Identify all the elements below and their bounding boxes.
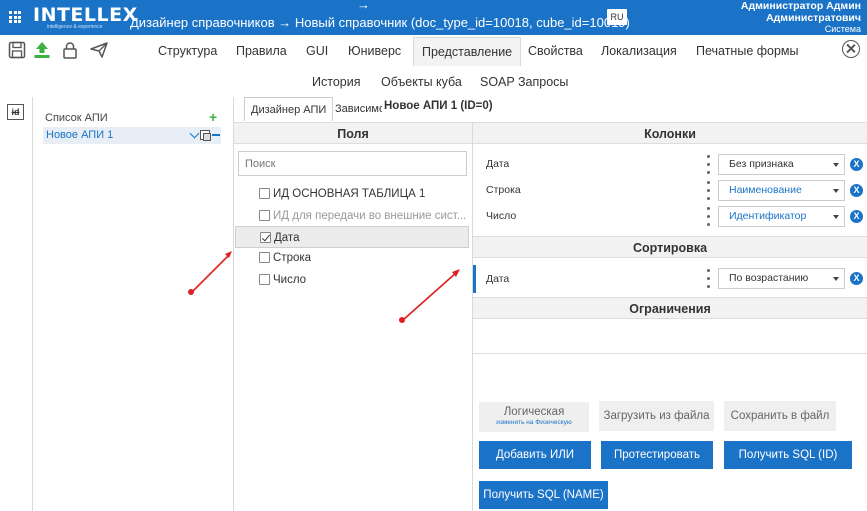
- menu-item-universe[interactable]: Юниверс: [348, 37, 401, 66]
- remove-column-icon[interactable]: X: [850, 184, 863, 197]
- remove-column-icon[interactable]: X: [850, 210, 863, 223]
- logical-mode-button[interactable]: Логическая изменить на Физическую: [479, 402, 589, 432]
- submenu-cube-objects[interactable]: Объекты куба: [381, 75, 462, 89]
- list-item[interactable]: Новое АПИ 1: [43, 127, 221, 144]
- submenu-history[interactable]: История: [312, 75, 360, 89]
- user-name-line2: Администратович: [766, 12, 861, 24]
- fields-search-input[interactable]: [238, 151, 467, 176]
- language-switch[interactable]: RU: [607, 9, 627, 25]
- field-row[interactable]: ИД для передачи во внешние сист...: [235, 205, 469, 227]
- api-tabs: Дизайнер АПИ Зависимости: [234, 97, 867, 121]
- field-checkbox-checked[interactable]: [260, 232, 271, 243]
- drag-handle-icon[interactable]: [707, 155, 710, 174]
- api-title: Новое АПИ 1 (ID=0): [384, 100, 493, 112]
- column-attribute-select[interactable]: Наименование: [718, 180, 845, 201]
- main-menu: Структура Правила GUI Юниверс Представле…: [0, 37, 867, 66]
- column-row: Дата Без признака X: [473, 152, 867, 177]
- api-list-header: Список АПИ: [45, 112, 108, 124]
- api-item-tools: [189, 128, 220, 141]
- top-bar: INTELLEX intelligence & experience → Диз…: [0, 0, 867, 35]
- remove-sort-icon[interactable]: X: [850, 272, 863, 285]
- field-row[interactable]: Дата: [235, 226, 469, 248]
- test-button[interactable]: Протестировать: [601, 441, 713, 469]
- get-sql-name-button[interactable]: Получить SQL (NAME): [479, 481, 608, 509]
- field-checkbox[interactable]: [259, 252, 270, 263]
- apps-grid-icon[interactable]: [9, 11, 21, 23]
- drag-handle-icon[interactable]: [707, 269, 710, 288]
- sort-row: Дата По возрастанию X: [473, 265, 867, 293]
- breadcrumb-arrow: →: [357, 0, 370, 12]
- menu-item-structure[interactable]: Структура: [158, 37, 217, 66]
- sort-order-select[interactable]: По возрастанию: [718, 268, 845, 289]
- menu-item-properties[interactable]: Свойства: [528, 37, 583, 66]
- menu-item-rules[interactable]: Правила: [236, 37, 287, 66]
- close-icon[interactable]: [842, 40, 860, 58]
- column-attribute-select[interactable]: Идентификатор: [718, 206, 845, 227]
- menu-item-localization[interactable]: Локализация: [601, 37, 677, 66]
- field-row[interactable]: ИД ОСНОВНАЯ ТАБЛИЦА 1: [235, 183, 469, 205]
- chevron-down-icon[interactable]: [189, 128, 200, 138]
- menu-item-gui[interactable]: GUI: [306, 37, 328, 66]
- remove-icon[interactable]: [212, 134, 220, 136]
- restrictions-header: Ограничения: [473, 297, 867, 319]
- api-list-panel: Список АПИ + Новое АПИ 1: [33, 97, 234, 511]
- menu-item-view[interactable]: Представление: [413, 37, 522, 66]
- columns-header: Колонки: [473, 122, 867, 144]
- user-role: Система: [824, 24, 861, 34]
- field-checkbox[interactable]: [259, 188, 270, 199]
- field-checkbox[interactable]: [259, 274, 270, 285]
- tab-dependencies[interactable]: Зависимости: [335, 97, 382, 121]
- sorting-header: Сортировка: [473, 236, 867, 258]
- user-name-line1: Администратор Админ: [740, 0, 861, 12]
- drag-handle-icon[interactable]: [707, 207, 710, 226]
- copy-icon[interactable]: [200, 130, 211, 141]
- drag-handle-icon[interactable]: [707, 181, 710, 200]
- add-api-icon[interactable]: +: [209, 109, 217, 125]
- api-item-label[interactable]: Новое АПИ 1: [46, 129, 113, 141]
- column-row: Число Идентификатор X: [473, 204, 867, 229]
- remove-column-icon[interactable]: X: [850, 158, 863, 171]
- logo: INTELLEX intelligence & experience: [33, 4, 138, 30]
- annotation-arrow-icon: [188, 251, 232, 295]
- user-info[interactable]: Администратор Админ Администратович Сист…: [741, 0, 861, 35]
- tab-api-designer[interactable]: Дизайнер АПИ: [244, 97, 334, 121]
- menu-item-print-forms[interactable]: Печатные формы: [696, 37, 799, 66]
- left-strip: id: [0, 97, 33, 511]
- id-toggle-icon[interactable]: id: [7, 104, 24, 120]
- column-row: Строка Наименование X: [473, 178, 867, 203]
- divider: [473, 353, 867, 354]
- annotation-arrow-icon: [399, 269, 460, 323]
- load-from-file-button[interactable]: Загрузить из файла: [599, 401, 714, 431]
- page-title: Дизайнер справочников → Новый справочник…: [130, 15, 630, 30]
- get-sql-id-button[interactable]: Получить SQL (ID): [724, 441, 852, 469]
- column-attribute-select[interactable]: Без признака: [718, 154, 845, 175]
- fields-header: Поля: [234, 122, 472, 144]
- add-or-button[interactable]: Добавить ИЛИ: [479, 441, 591, 469]
- field-checkbox[interactable]: [259, 210, 270, 221]
- save-to-file-button[interactable]: Сохранить в файл: [724, 401, 836, 431]
- submenu-soap-requests[interactable]: SOAP Запросы: [480, 75, 568, 89]
